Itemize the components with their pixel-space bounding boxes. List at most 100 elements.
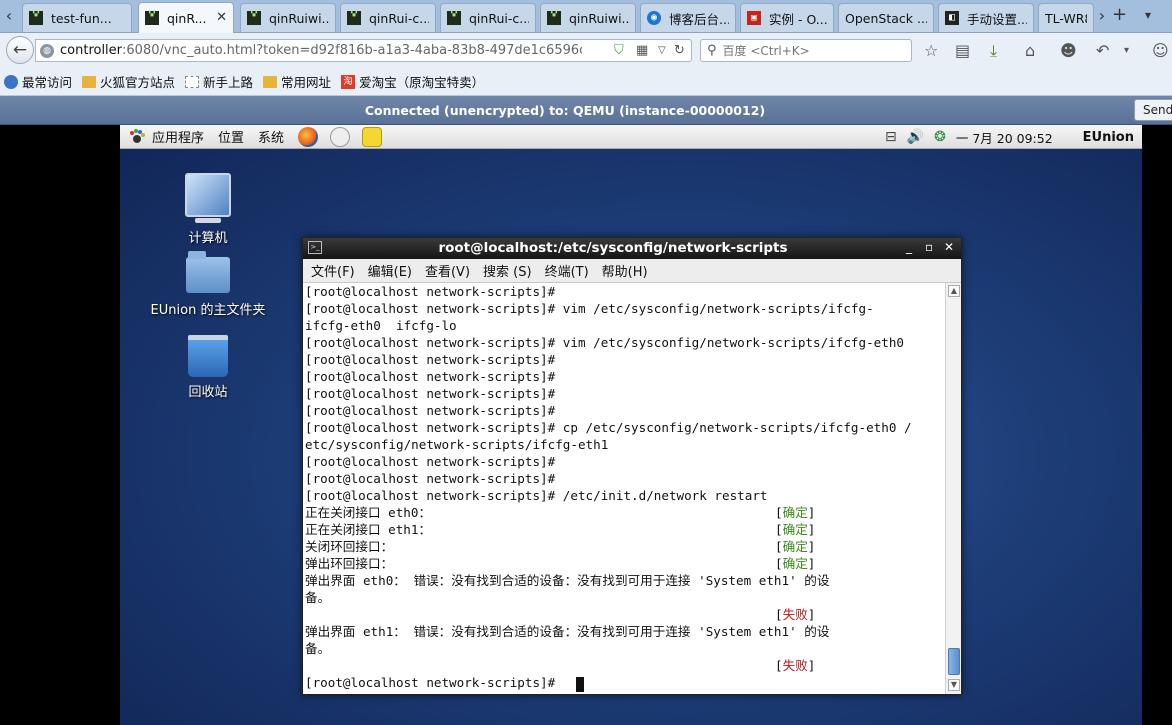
maximize-icon[interactable]: ▫ [925, 240, 933, 254]
undo-dropdown-icon[interactable]: ▾ [1124, 45, 1129, 56]
panel-menu-system[interactable]: 系统 [258, 127, 284, 146]
bookmark-item[interactable]: 火狐官方站点 [82, 72, 175, 91]
bookmark-item[interactable]: 最常访问 [4, 72, 72, 91]
update-icon[interactable]: ❂ [934, 129, 946, 145]
terminal-menu-terminal[interactable]: 终端(T) [545, 261, 589, 280]
gnome-top-panel: 应用程序 位置 系统 ⊟ 🔊 ❂ 一 7月 20 09:52 EUnion [120, 125, 1142, 149]
qrcode-icon[interactable]: ▦ [636, 43, 648, 58]
status-text: 确定 [782, 505, 808, 520]
terminal-line: 正在关闭接口 eth1： [305, 522, 432, 537]
firefox-launcher-icon[interactable] [298, 126, 319, 147]
send-ctrl-alt-del-button[interactable]: Send [1134, 99, 1172, 121]
status-text: 确定 [782, 522, 808, 537]
chat-icon[interactable]: ☻ [1060, 41, 1077, 60]
url-bar[interactable]: ◍ controller :6080/vnc_auto.html?token=d… [35, 39, 692, 62]
browser-tab[interactable]: OpenStack ... [838, 3, 934, 32]
browser-tab[interactable]: TL-WR8 [1038, 3, 1094, 32]
red-favicon-icon: ▣ [747, 11, 761, 25]
terminal-menu-search[interactable]: 搜索 (S) [483, 261, 532, 280]
browser-tab[interactable]: ▚▞ qinRui-c... [340, 3, 436, 32]
desktop-icon-home[interactable]: EUnion 的主文件夹 [148, 251, 268, 318]
terminal-output[interactable]: [root@localhost network-scripts]# [root@l… [303, 283, 945, 694]
shield-icon[interactable]: ⛉ [614, 43, 624, 58]
back-arrow-icon[interactable]: ← [6, 36, 34, 64]
browser-tab[interactable]: ▣ 实例 - O... [740, 3, 834, 32]
terminal-scrollbar[interactable]: ▲ ▼ [945, 283, 961, 694]
terminal-menu-edit[interactable]: 编辑(E) [368, 261, 412, 280]
terminal-status-ok: [确定] [775, 521, 815, 538]
folder-bookmark-icon [82, 75, 97, 88]
terminal-titlebar[interactable]: >_ root@localhost:/etc/sysconfig/network… [303, 238, 961, 259]
tab-label: 博客后台... [669, 11, 729, 27]
browser-tab[interactable]: ◉ 博客后台... [640, 3, 736, 32]
status-text: 确定 [782, 539, 808, 554]
guest-desktop: 应用程序 位置 系统 ⊟ 🔊 ❂ 一 7月 20 09:52 EUnion 计算… [120, 125, 1142, 725]
browser-tab[interactable]: ▚▞ qinRuiwi... [540, 3, 636, 32]
terminal-menu-file[interactable]: 文件(F) [311, 261, 355, 280]
vnc-status-bar: Connected (unencrypted) to: QEMU (instan… [0, 96, 1172, 125]
terminal-window[interactable]: >_ root@localhost:/etc/sysconfig/network… [302, 237, 962, 695]
minimize-icon[interactable]: _ [906, 240, 912, 254]
novnc-favicon-icon: ▚▞ [29, 11, 43, 25]
terminal-status-ok: [确定] [775, 504, 815, 521]
tab-list-chevron-icon[interactable]: ▾ [1145, 8, 1151, 22]
terminal-line: 弹出界面 eth0： 错误：没有找到合适的设备：没有找到可用于连接 'Syste… [305, 573, 830, 588]
terminal-line: [root@localhost network-scripts]# [305, 284, 556, 299]
vnc-canvas[interactable]: 应用程序 位置 系统 ⊟ 🔊 ❂ 一 7月 20 09:52 EUnion 计算… [0, 125, 1172, 725]
terminal-cursor [576, 677, 584, 692]
panel-clock[interactable]: 一 7月 20 09:52 [956, 128, 1053, 147]
bookmark-item[interactable]: 常用网址 [263, 72, 331, 91]
tab-close-icon[interactable]: ✕ [216, 10, 227, 25]
bookmark-item[interactable]: 淘爱淘宝（原淘宝特卖） [341, 72, 484, 91]
terminal-status-fail: [失败] [775, 657, 815, 674]
browser-tab[interactable]: ▚▞ qinRui-c... [440, 3, 536, 32]
note-launcher-icon[interactable] [362, 126, 383, 147]
panel-menu-applications[interactable]: 应用程序 [152, 127, 204, 146]
tab-scroll-left-icon[interactable]: ‹ [0, 0, 18, 32]
browser-tab[interactable]: ▚▞ test-fun... [22, 3, 132, 32]
reload-icon[interactable]: ↻ [674, 43, 685, 58]
scroll-up-icon[interactable]: ▲ [948, 285, 960, 297]
close-icon[interactable]: ✕ [944, 240, 954, 254]
terminal-line: [root@localhost network-scripts]# [305, 675, 563, 690]
terminal-menu-help[interactable]: 帮助(H) [602, 261, 648, 280]
search-box[interactable]: ⚲ [700, 39, 912, 62]
scroll-thumb[interactable] [948, 648, 960, 675]
url-dropdown-icon[interactable]: ▽ [658, 45, 666, 56]
panel-menu-places[interactable]: 位置 [218, 127, 244, 146]
network-icon[interactable]: ⊟ [885, 129, 897, 145]
undo-icon[interactable]: ↶ [1096, 41, 1109, 60]
tab-label: qinRui-c... [469, 10, 529, 26]
bookmark-label: 火狐官方站点 [100, 75, 176, 90]
new-tab-icon[interactable]: + [1112, 4, 1127, 25]
bookmark-label: 新手上路 [203, 75, 254, 90]
panel-user[interactable]: EUnion [1083, 130, 1134, 145]
extension-icon[interactable]: ☺ [1152, 41, 1169, 60]
gnome-foot-icon[interactable] [128, 128, 146, 146]
desktop-icon-trash[interactable]: 回收站 [148, 335, 268, 400]
status-bracket: [ [775, 522, 783, 537]
terminal-line: [root@localhost network-scripts]# /etc/i… [305, 488, 768, 503]
home-icon[interactable]: ⌂ [1025, 41, 1035, 60]
terminal-line: 备。 [305, 641, 331, 656]
browser-tab[interactable]: ◧ 手动设置... [938, 3, 1034, 32]
tab-label: test-fun... [51, 10, 112, 26]
mail-launcher-icon[interactable] [330, 126, 351, 147]
desktop-icon-computer[interactable]: 计算机 [148, 173, 268, 246]
search-input[interactable] [722, 43, 903, 58]
scroll-down-icon[interactable]: ▼ [948, 679, 960, 691]
bookmark-item[interactable]: 新手上路 [185, 72, 253, 91]
navigation-bar: ← ◍ controller :6080/vnc_auto.html?token… [0, 33, 1172, 68]
page-bookmark-icon [185, 75, 200, 88]
tab-scroll-right-icon[interactable]: › [1093, 0, 1111, 32]
terminal-menu-view[interactable]: 查看(V) [425, 261, 470, 280]
bookmark-star-icon[interactable]: ☆ [924, 41, 938, 60]
computer-icon [185, 173, 231, 223]
volume-icon[interactable]: 🔊 [907, 129, 924, 145]
browser-tab[interactable]: ▚▞ qinR... ✕ [138, 2, 234, 33]
terminal-status-fail: [失败] [775, 606, 815, 623]
download-icon[interactable]: ⤓ [990, 41, 997, 61]
reading-list-icon[interactable]: ▤ [955, 41, 970, 60]
terminal-line: 关闭环回接口： [305, 539, 394, 554]
browser-tab[interactable]: ▚▞ qinRuiwi... [240, 3, 336, 32]
